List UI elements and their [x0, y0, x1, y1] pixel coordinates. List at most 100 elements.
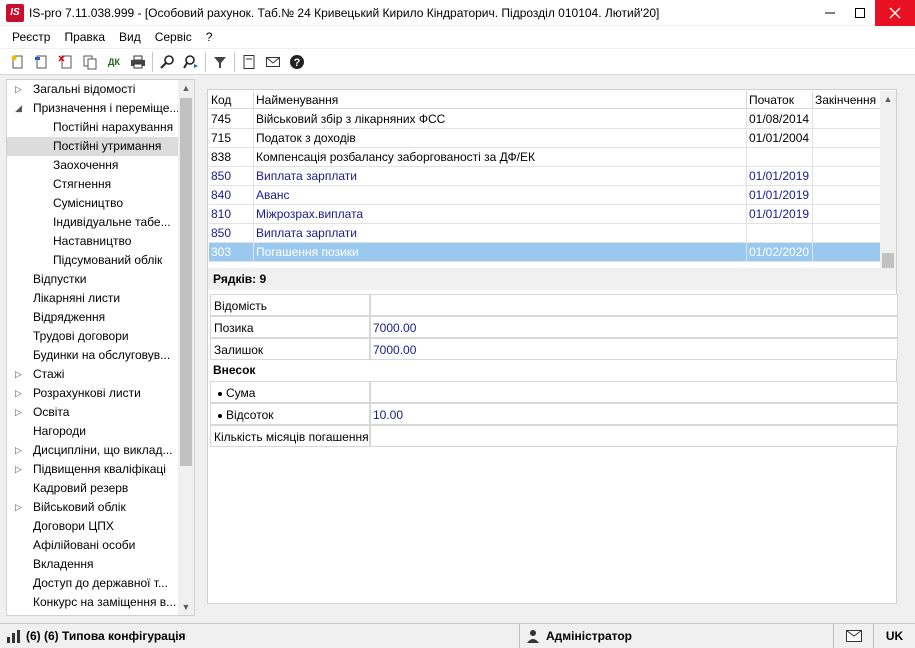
- column-header-start[interactable]: Початок: [747, 91, 813, 109]
- tree-item[interactable]: Індивідуальне табе...: [7, 213, 179, 232]
- tree-item[interactable]: Підсумований облік: [7, 251, 179, 270]
- column-header-end[interactable]: Закінчення: [813, 91, 880, 109]
- tree-item[interactable]: Наставництво: [7, 232, 179, 251]
- search-button[interactable]: [155, 51, 179, 73]
- grid-scrollbar[interactable]: ▲ ▼: [880, 91, 896, 286]
- chevron-expanded-icon[interactable]: ◢: [15, 99, 25, 118]
- tree-item[interactable]: Відпустки: [7, 270, 179, 289]
- tree-item[interactable]: ▷ Військовий облік: [7, 498, 179, 517]
- zalyshok-field[interactable]: 7000.00: [370, 338, 898, 360]
- tree-item[interactable]: Спецперевірка: [7, 612, 179, 615]
- menu-view[interactable]: Вид: [112, 30, 148, 44]
- cell-code: 850: [209, 224, 254, 243]
- menu-registry[interactable]: Реєстр: [5, 30, 57, 44]
- mail-button[interactable]: [261, 51, 285, 73]
- minimize-button[interactable]: [815, 0, 845, 26]
- tree-item[interactable]: ▷ Освіта: [7, 403, 179, 422]
- find-next-button[interactable]: [179, 51, 203, 73]
- chevron-right-icon[interactable]: ▷: [15, 365, 25, 384]
- status-bar: (6) (6) Типова конфігурація Адміністрато…: [0, 623, 915, 648]
- tree-item[interactable]: Конкурс на заміщення в...: [7, 593, 179, 612]
- tree-item[interactable]: ▷ Розрахункові листи: [7, 384, 179, 403]
- form-button[interactable]: [237, 51, 261, 73]
- cell-name: Військовий збір з лікарняних ФСС: [254, 110, 747, 129]
- chevron-right-icon[interactable]: ▷: [15, 384, 25, 403]
- column-header-name[interactable]: Найменування: [254, 91, 747, 109]
- table-row[interactable]: 745 Військовий збір з лікарняних ФСС 01/08…: [209, 110, 880, 129]
- suma-field[interactable]: [370, 381, 898, 403]
- tree-scrollbar[interactable]: ▲ ▼: [178, 80, 194, 615]
- table-row[interactable]: 850 Виплата зарплати: [209, 224, 880, 243]
- tree-item[interactable]: Доступ до державної т...: [7, 574, 179, 593]
- tree-item[interactable]: Нагороди: [7, 422, 179, 441]
- vidomist-field[interactable]: [370, 294, 898, 316]
- tree-item[interactable]: ▷ Підвищення кваліфікаці: [7, 460, 179, 479]
- chevron-right-icon[interactable]: ▷: [15, 460, 25, 479]
- table-row[interactable]: 838 Компенсація розбалансу заборгованості…: [209, 148, 880, 167]
- cell-name: Податок з доходів: [254, 129, 747, 148]
- tree-item[interactable]: Відрядження: [7, 308, 179, 327]
- table-row[interactable]: 840 Аванс 01/01/2019: [209, 186, 880, 205]
- tree-item[interactable]: ◢ Призначення і переміще...: [7, 99, 179, 118]
- chevron-right-icon[interactable]: ▷: [15, 441, 25, 460]
- tree-item[interactable]: ▷ Дисципліни, що виклад...: [7, 441, 179, 460]
- tree-item[interactable]: Сумісництво: [7, 194, 179, 213]
- tree-item[interactable]: Заохочення: [7, 156, 179, 175]
- menu-help[interactable]: ?: [199, 30, 220, 44]
- table-row[interactable]: 715 Податок з доходів 01/01/2004: [209, 129, 880, 148]
- tree-item[interactable]: Лікарняні листи: [7, 289, 179, 308]
- table-row[interactable]: 850 Виплата зарплати 01/01/2019: [209, 167, 880, 186]
- help-button[interactable]: ?: [285, 51, 309, 73]
- copy-button[interactable]: [78, 51, 102, 73]
- status-mail[interactable]: [834, 624, 874, 648]
- cell-code: 840: [209, 186, 254, 205]
- pozyka-field[interactable]: 7000.00: [370, 316, 898, 338]
- tree-item[interactable]: Постійні утримання: [7, 137, 179, 156]
- tree-item[interactable]: ▷ Загальні відомості: [7, 80, 179, 99]
- menu-edit[interactable]: Правка: [57, 30, 112, 44]
- maximize-button[interactable]: [845, 0, 875, 26]
- tree-item[interactable]: Афілійовані особи: [7, 536, 179, 555]
- chevron-right-icon[interactable]: ▷: [15, 403, 25, 422]
- dk-button[interactable]: ДК: [102, 51, 126, 73]
- chevron-right-icon[interactable]: ▷: [15, 498, 25, 517]
- field-label: Позика: [210, 316, 370, 338]
- cell-start: 01/01/2019: [747, 186, 813, 205]
- delete-doc-button[interactable]: [54, 51, 78, 73]
- content-panel: Код Найменування Початок Закінчення 745 В…: [207, 89, 898, 604]
- scroll-up-icon[interactable]: ▲: [178, 80, 194, 96]
- table-row[interactable]: 810 Міжрозрах.виплата 01/01/2019: [209, 205, 880, 224]
- scroll-down-icon[interactable]: ▼: [178, 599, 194, 615]
- chevron-right-icon[interactable]: ▷: [15, 80, 25, 99]
- print-button[interactable]: [126, 51, 150, 73]
- tree-item[interactable]: Кадровий резерв: [7, 479, 179, 498]
- table-row[interactable]: 303 Погашення позики 01/02/2020: [209, 243, 880, 262]
- grid-scroll-thumb[interactable]: [882, 253, 894, 269]
- column-header-code[interactable]: Код: [209, 91, 254, 109]
- vidsotok-field[interactable]: 10.00: [370, 403, 898, 425]
- cell-code: 810: [209, 205, 254, 224]
- tree-item[interactable]: Стягнення: [7, 175, 179, 194]
- deductions-grid: Код Найменування Початок Закінчення 745 В…: [209, 91, 880, 262]
- tree-item[interactable]: Вкладення: [7, 555, 179, 574]
- misyatsi-field[interactable]: [370, 425, 898, 447]
- tree-item-label: Будинки на обслуговув...: [33, 348, 171, 362]
- cell-name: Виплата зарплати: [254, 224, 747, 243]
- tree-item-label: Розрахункові листи: [33, 386, 141, 400]
- close-button[interactable]: [875, 0, 915, 26]
- tree-item-label: Індивідуальне табе...: [53, 215, 171, 229]
- cell-code: 850: [209, 167, 254, 186]
- filter-button[interactable]: [208, 51, 232, 73]
- scroll-up-icon[interactable]: ▲: [880, 91, 896, 107]
- tree-scroll-thumb[interactable]: [180, 98, 192, 466]
- tree-item[interactable]: Договори ЦПХ: [7, 517, 179, 536]
- status-language[interactable]: UK: [874, 624, 915, 648]
- edit-doc-button[interactable]: [30, 51, 54, 73]
- tree-item[interactable]: Трудові договори: [7, 327, 179, 346]
- cell-start: 01/01/2019: [747, 167, 813, 186]
- tree-item[interactable]: ▷ Стажі: [7, 365, 179, 384]
- menu-service[interactable]: Сервіс: [148, 30, 199, 44]
- tree-item[interactable]: Постійні нарахування: [7, 118, 179, 137]
- new-doc-button[interactable]: [6, 51, 30, 73]
- tree-item[interactable]: Будинки на обслуговув...: [7, 346, 179, 365]
